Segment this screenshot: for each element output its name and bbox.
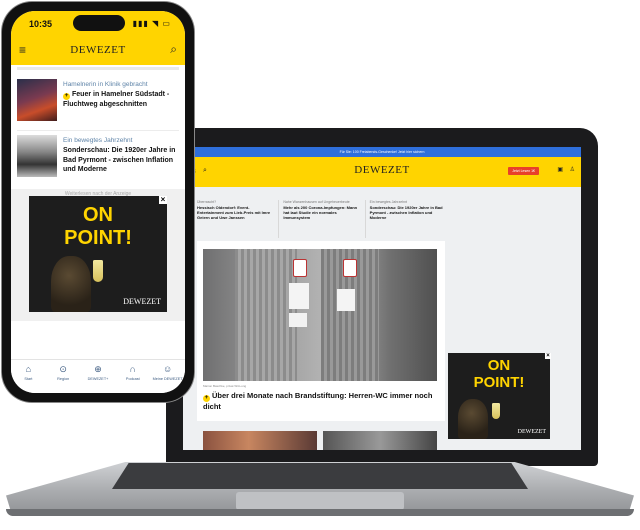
tab-label: Region — [57, 377, 70, 381]
tab-start[interactable]: ⌂ Start — [11, 360, 46, 393]
location-pin-icon: ⊙ — [59, 364, 67, 374]
teaser-kicker: Überrascht? — [197, 200, 217, 204]
ad-brand: DEWEZET — [517, 429, 546, 435]
ad-close-icon[interactable]: × — [545, 353, 551, 359]
keyboard — [112, 463, 528, 489]
teaser-kicker: Nahe Wanzenhausen auf Ungeheuerbeute — [283, 200, 350, 204]
subscribe-button[interactable]: Jetzt Lesen 1€ — [508, 167, 539, 175]
headline-text[interactable]: Über drei Monate nach Brandstiftung: Her… — [203, 391, 432, 411]
promo-banner[interactable]: Für Sie: 100 Freiabends-Geschenke! Jetzt… — [183, 147, 581, 157]
laptop-base-edge — [6, 509, 634, 516]
ad-headline-line2: POINT! — [64, 227, 132, 249]
article-thumbnail[interactable] — [17, 135, 57, 177]
teaser-title[interactable]: Hessisch Oldendorf: Event-Entertainment … — [197, 205, 272, 220]
article-title-text[interactable]: Feuer in Hamelner Südstadt - Fluchtweg a… — [63, 91, 169, 108]
tab-region[interactable]: ⊙ Region — [46, 360, 81, 393]
tab-meine-dewezet[interactable]: ☺ Meine DEWEZET — [150, 360, 185, 393]
app-header: ≡ DEWEZET ⌕ — [11, 37, 185, 65]
teaser-title[interactable]: Mehr als 200 Corona-Impfungen: Mann hat … — [283, 205, 358, 220]
prohibition-sign — [343, 259, 357, 277]
ad-close-icon[interactable]: × — [159, 196, 167, 204]
marketing-scene: Für Sie: 100 Freiabends-Geschenke! Jetzt… — [0, 0, 640, 530]
list-item[interactable]: Hamelnerin in Klinik gebracht + Feuer in … — [17, 79, 179, 127]
list-item[interactable]: Ein bewegtes Jahrzehnt Sonderschau: Die … — [17, 135, 179, 183]
ad-brand: DEWEZET — [123, 297, 161, 306]
article-title[interactable]: Sonderschau: Die 1920er Jahre in Bad Pyr… — [63, 146, 181, 175]
dynamic-island — [73, 15, 125, 31]
door-left — [235, 249, 297, 381]
search-icon[interactable]: ⌕ — [170, 42, 177, 57]
tab-bar: ⌂ Start ⊙ Region ⊕ DEWEZET+ ∩ Podcast ☺ Meine… — [11, 359, 185, 393]
teaser-title[interactable]: Sonderschau: Die 1920er Jahre in Bad Pyr… — [370, 205, 445, 220]
divider — [17, 67, 179, 70]
teaser-item[interactable]: Ein bewegtes Jahrzehnt Sonderschau: Die … — [364, 200, 445, 238]
tab-podcast[interactable]: ∩ Podcast — [115, 360, 150, 393]
touchpad — [236, 492, 404, 510]
article-thumbnail[interactable] — [17, 79, 57, 121]
article-kicker: Hamelnerin in Klinik gebracht — [63, 81, 148, 88]
status-icons: ▮▮▮ ◥ ▭ — [132, 19, 171, 28]
article-photo[interactable] — [203, 249, 437, 381]
tab-label: Meine DEWEZET — [152, 377, 183, 381]
wine-glass-icon — [93, 260, 103, 282]
article-title[interactable]: + Feuer in Hamelner Südstadt - Fluchtweg … — [63, 90, 181, 110]
notice-paper — [289, 283, 309, 309]
notice-paper — [337, 289, 355, 311]
teaser-item[interactable]: Überrascht? Hessisch Oldendorf: Event-En… — [197, 200, 272, 238]
photo-credit: Marion Baschke, privat Wil-Lung — [203, 384, 247, 388]
ad-mascot — [458, 399, 488, 439]
teaser-kicker: Ein bewegtes Jahrzehnt — [369, 200, 408, 204]
ad-headline: ON POINT! — [448, 357, 550, 391]
divider — [17, 130, 179, 131]
ad-headline: ON POINT! — [29, 204, 167, 250]
plus-circle-icon: ⊕ — [94, 364, 102, 374]
article-thumbnail[interactable] — [203, 431, 317, 450]
status-bar: 10:35 ▮▮▮ ◥ ▭ — [11, 11, 185, 37]
ad-headline-line2: POINT! — [473, 374, 525, 391]
headphones-icon: ∩ — [129, 364, 137, 374]
home-icon: ⌂ — [25, 364, 32, 374]
ad-mascot — [51, 256, 91, 312]
laptop-ad[interactable]: ON POINT! DEWEZET — [448, 353, 550, 439]
tab-dewezet-plus[interactable]: ⊕ DEWEZET+ — [81, 360, 116, 393]
tab-label: Start — [24, 377, 33, 381]
plus-badge-icon: + — [203, 395, 210, 402]
article-kicker: Ein bewegtes Jahrzehnt — [63, 137, 133, 144]
article-thumbnail[interactable] — [323, 431, 437, 450]
plus-badge-icon: + — [63, 93, 70, 100]
teaser-item[interactable]: Nahe Wanzenhausen auf Ungeheuerbeute Meh… — [278, 200, 358, 238]
article-headline[interactable]: + Über drei Monate nach Brandstiftung: He… — [203, 391, 433, 411]
wine-glass-icon — [492, 403, 500, 419]
user-icon[interactable]: ♙ — [570, 166, 575, 173]
phone-ad[interactable]: ON POINT! DEWEZET — [29, 196, 167, 312]
teaser-row: Überrascht? Hessisch Oldendorf: Event-En… — [197, 200, 445, 238]
tab-label: Podcast — [125, 377, 140, 381]
main-article-card[interactable]: Marion Baschke, privat Wil-Lung + Über dr… — [197, 241, 445, 421]
status-time: 10:35 — [29, 19, 53, 29]
site-header: ≡ ⌕ DEWEZET Jetzt Lesen 1€ ▣ ♙ — [183, 157, 581, 187]
ad-headline-line1: ON — [83, 204, 113, 226]
prohibition-sign — [293, 259, 307, 277]
user-icon: ☺ — [162, 364, 173, 374]
notice-paper — [289, 313, 307, 327]
tab-label: DEWEZET+ — [87, 377, 109, 381]
epaper-icon[interactable]: ▣ — [557, 166, 563, 173]
app-logo[interactable]: DEWEZET — [11, 44, 185, 56]
ad-headline-line1: ON — [487, 357, 511, 374]
